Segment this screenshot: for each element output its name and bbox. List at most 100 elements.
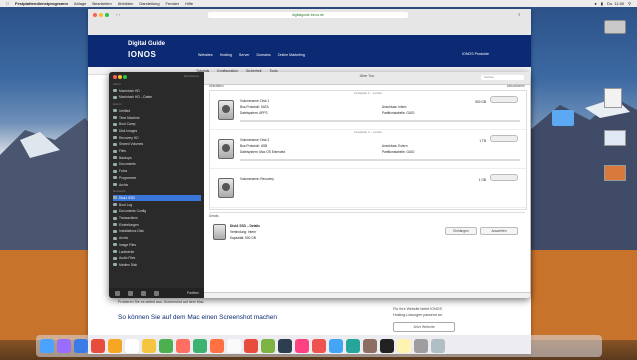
wifi-icon[interactable]: ● [594, 1, 596, 6]
dock-app-icon[interactable] [40, 339, 54, 353]
entry-action-button[interactable] [490, 96, 518, 103]
menu-view[interactable]: Darstellung [139, 1, 159, 6]
dock-app-icon[interactable] [159, 339, 173, 353]
desktop-file-icon[interactable] [604, 88, 628, 108]
menu-image[interactable]: Abbilden [118, 1, 134, 6]
desktop-screenshot-icon-2[interactable] [604, 165, 628, 183]
back-forward-icon[interactable]: ‹ › [116, 12, 120, 17]
sidebar-item[interactable]: Boot Camp [113, 121, 201, 127]
entry-action-button[interactable] [490, 135, 518, 142]
sidebar-item[interactable]: Documents Config [113, 208, 201, 214]
disk-entry[interactable]: Volumename: Recovery 1 GB [210, 169, 526, 208]
desktop-screenshot-icon[interactable] [604, 130, 628, 148]
dock-app-icon[interactable] [193, 339, 207, 353]
dock-app-icon[interactable] [346, 339, 360, 353]
dock-app-icon[interactable] [278, 339, 292, 353]
dock-app-icon[interactable] [244, 339, 258, 353]
sidebar-item[interactable]: Audio Files [113, 255, 201, 261]
sidebar-item[interactable]: Archiv [113, 182, 201, 188]
dock-app-icon[interactable] [261, 339, 275, 353]
apple-menu-icon[interactable]:  [6, 1, 9, 6]
sidebar-item[interactable]: Transactions [113, 215, 201, 221]
partition-button[interactable]: Partition [187, 291, 204, 295]
site-brand-logo[interactable]: IONOS [128, 50, 156, 59]
dock-app-icon[interactable] [142, 339, 156, 353]
desktop-folder-icon[interactable] [552, 110, 576, 128]
sidebar-item[interactable]: Installations Disk [113, 228, 201, 234]
site-brand-title[interactable]: Digital Guide [128, 41, 165, 47]
sidebar-item[interactable]: Fotos [113, 168, 201, 174]
url-bar[interactable]: digitalguide.ionos.de [208, 12, 408, 18]
nav-item[interactable]: Domains [257, 53, 271, 57]
nav-item[interactable]: Server [239, 53, 250, 57]
clock-label[interactable]: Do. 11:50 [607, 1, 624, 6]
dock-app-icon[interactable] [227, 339, 241, 353]
dock-app-icon[interactable] [176, 339, 190, 353]
mount-button[interactable]: Einhängen [445, 227, 477, 235]
eject-button[interactable]: Auswerfen [480, 227, 518, 235]
dock-app-icon[interactable] [57, 339, 71, 353]
disk-entry[interactable]: Festplatte 2 – Lesbar Volumename: Disk 2… [210, 130, 526, 169]
nav-item[interactable]: Hosting [220, 53, 232, 57]
menu-window[interactable]: Fenster [166, 1, 180, 6]
info-icon[interactable] [141, 290, 146, 296]
minimize-button[interactable] [118, 75, 122, 79]
dock-app-icon[interactable] [295, 339, 309, 353]
sidebar-item[interactable]: Boot Log [113, 202, 201, 208]
sidebar-item[interactable]: Macintosh HD – Daten [113, 94, 201, 100]
nav-item[interactable]: Online Marketing [278, 53, 305, 57]
close-button[interactable] [113, 75, 117, 79]
minimize-button[interactable] [99, 13, 103, 17]
dock-app-icon[interactable] [380, 339, 394, 353]
dock-app-icon[interactable] [431, 339, 445, 353]
dock-app-icon[interactable] [312, 339, 326, 353]
battery-icon[interactable]: ▮ [601, 1, 603, 6]
refresh-link[interactable]: Aktualisieren [507, 84, 525, 88]
sidebar-item[interactable]: Programme [113, 175, 201, 181]
dock-app-icon[interactable] [329, 339, 343, 353]
sidebar-item[interactable]: Disk Images [113, 128, 201, 134]
share-icon[interactable]: ⇧ [518, 12, 521, 17]
search-icon[interactable]: ⚲ [628, 1, 631, 6]
sidebar-item[interactable]: Medien Disk [113, 262, 201, 268]
mount-icon[interactable] [154, 290, 159, 296]
menu-app-name[interactable]: Festplattendienstprogramm [15, 1, 68, 6]
nav-item[interactable]: Websites [198, 53, 213, 57]
sidebar-item[interactable]: Archiv [113, 235, 201, 241]
dock-app-icon[interactable] [125, 339, 139, 353]
sidebar-item[interactable]: Einstellungen [113, 222, 201, 228]
menu-file[interactable]: Ablage [74, 1, 86, 6]
disk-entry[interactable]: Festplatte 1 – Lesbar Volumename: Disk 1… [210, 91, 526, 130]
search-field[interactable]: Suchen [481, 75, 524, 80]
menu-edit[interactable]: Bearbeiten [92, 1, 111, 6]
desktop-drive-icon[interactable] [604, 20, 628, 38]
sidebar-item[interactable]: Macintosh HD [113, 88, 201, 94]
sidebar-item[interactable]: Image Files [113, 242, 201, 248]
sidebar-item[interactable]: Shared Volumes [113, 141, 201, 147]
dock-app-icon[interactable] [210, 339, 224, 353]
dock-app-icon[interactable] [363, 339, 377, 353]
site-cta-link[interactable]: IONOS Produkte [462, 52, 489, 56]
dock-app-icon[interactable] [414, 339, 428, 353]
dock-app-icon[interactable] [397, 339, 411, 353]
sidebar-item[interactable]: Backups [113, 155, 201, 161]
zoom-button[interactable] [105, 13, 109, 17]
zoom-button[interactable] [123, 75, 127, 79]
sidebar-view-label[interactable]: Darstellung [129, 74, 199, 78]
sidebar-item[interactable]: Time Machine [113, 115, 201, 121]
dock-app-icon[interactable] [74, 339, 88, 353]
remove-icon[interactable] [128, 290, 133, 296]
sidebar-item[interactable]: Disk1 SSD [113, 194, 201, 201]
close-button[interactable] [93, 13, 97, 17]
sidebar-item[interactable]: Recovery HD [113, 135, 201, 141]
sidebar-item[interactable]: Files [113, 148, 201, 154]
entry-action-button[interactable] [490, 174, 518, 181]
dock-app-icon[interactable] [108, 339, 122, 353]
promo-button[interactable]: Jetzt Website [393, 322, 455, 332]
sidebar-item[interactable]: Documents [113, 161, 201, 167]
sidebar-item[interactable]: Untitled [113, 108, 201, 114]
sidebar-item[interactable]: Laufwerke [113, 249, 201, 255]
dock-app-icon[interactable] [91, 339, 105, 353]
add-icon[interactable] [115, 290, 120, 296]
menu-help[interactable]: Hilfe [185, 1, 193, 6]
